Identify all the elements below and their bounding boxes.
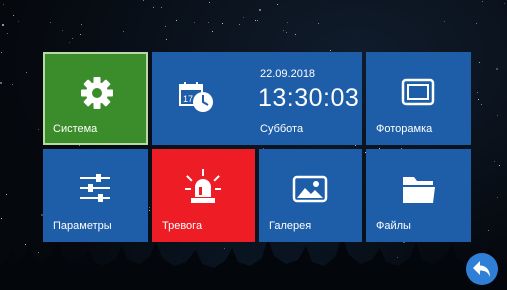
star bbox=[208, 22, 209, 23]
star bbox=[79, 145, 80, 146]
current-time: 13:30:03 bbox=[258, 84, 360, 112]
star bbox=[80, 34, 81, 35]
star bbox=[6, 194, 7, 195]
back-button[interactable] bbox=[466, 253, 498, 285]
star bbox=[38, 129, 39, 130]
star bbox=[212, 31, 213, 32]
home-screen: Система 17 22.09.2018 13:30:03 Суббота Ф… bbox=[0, 0, 507, 290]
star bbox=[497, 115, 498, 116]
photo-frame-icon bbox=[401, 78, 435, 106]
gallery-tile[interactable]: Галерея bbox=[259, 149, 362, 242]
system-tile[interactable]: Система bbox=[43, 52, 148, 145]
star bbox=[239, 24, 240, 25]
star bbox=[143, 0, 144, 1]
star bbox=[257, 20, 258, 21]
star bbox=[50, 22, 51, 23]
star bbox=[255, 20, 256, 21]
star bbox=[26, 72, 27, 73]
star bbox=[355, 145, 356, 146]
star bbox=[330, 50, 331, 51]
star bbox=[286, 32, 287, 33]
star bbox=[476, 23, 477, 24]
star bbox=[161, 7, 162, 8]
star bbox=[295, 34, 296, 35]
photoframe-tile[interactable]: Фоторамка bbox=[366, 52, 471, 145]
star bbox=[149, 210, 150, 211]
star bbox=[13, 15, 14, 16]
star bbox=[283, 30, 284, 31]
star bbox=[123, 31, 124, 32]
svg-text:17: 17 bbox=[183, 94, 193, 104]
star bbox=[444, 21, 445, 22]
star bbox=[62, 30, 63, 31]
star bbox=[165, 26, 166, 27]
star bbox=[259, 9, 261, 11]
star bbox=[72, 38, 73, 39]
star bbox=[479, 62, 480, 63]
star bbox=[18, 21, 19, 22]
star bbox=[481, 104, 482, 105]
star bbox=[81, 24, 82, 25]
back-arrow-icon bbox=[472, 260, 492, 278]
star bbox=[277, 4, 278, 5]
star bbox=[494, 161, 495, 162]
star bbox=[2, 24, 4, 26]
image-icon bbox=[292, 175, 328, 203]
star bbox=[209, 2, 210, 3]
siren-icon bbox=[185, 167, 221, 205]
settings-tile[interactable]: Параметры bbox=[43, 149, 148, 242]
star bbox=[7, 33, 8, 34]
gallery-label: Галерея bbox=[269, 220, 312, 232]
system-label: Система bbox=[53, 123, 98, 135]
star bbox=[0, 82, 2, 84]
star bbox=[69, 42, 70, 43]
star bbox=[496, 68, 498, 70]
datetime-tile[interactable]: 17 22.09.2018 13:30:03 Суббота bbox=[152, 52, 362, 145]
photoframe-label: Фоторамка bbox=[376, 123, 433, 135]
star bbox=[176, 20, 177, 21]
star bbox=[3, 4, 4, 5]
star bbox=[153, 7, 154, 8]
calendar-clock-icon: 17 bbox=[178, 80, 214, 114]
current-date: 22.09.2018 bbox=[260, 68, 316, 80]
current-weekday: Суббота bbox=[260, 123, 304, 135]
star bbox=[504, 3, 505, 4]
settings-label: Параметры bbox=[53, 220, 112, 232]
star bbox=[477, 92, 478, 93]
files-tile[interactable]: Файлы bbox=[366, 149, 471, 242]
alarm-label: Тревога bbox=[162, 220, 203, 232]
star bbox=[222, 23, 223, 24]
star bbox=[287, 22, 288, 23]
star bbox=[482, 1, 483, 2]
star bbox=[318, 23, 319, 24]
alarm-tile[interactable]: Тревога bbox=[152, 149, 255, 242]
star bbox=[497, 197, 498, 198]
gear-icon bbox=[80, 76, 114, 110]
star bbox=[166, 39, 167, 40]
star bbox=[1, 218, 2, 219]
star bbox=[243, 17, 244, 18]
star bbox=[149, 207, 150, 208]
star bbox=[1, 52, 2, 53]
star bbox=[499, 165, 500, 166]
files-label: Файлы bbox=[376, 220, 411, 232]
sliders-icon bbox=[79, 173, 111, 203]
star bbox=[194, 22, 195, 23]
folder-icon bbox=[401, 173, 437, 205]
star bbox=[12, 84, 13, 85]
star bbox=[478, 99, 479, 100]
